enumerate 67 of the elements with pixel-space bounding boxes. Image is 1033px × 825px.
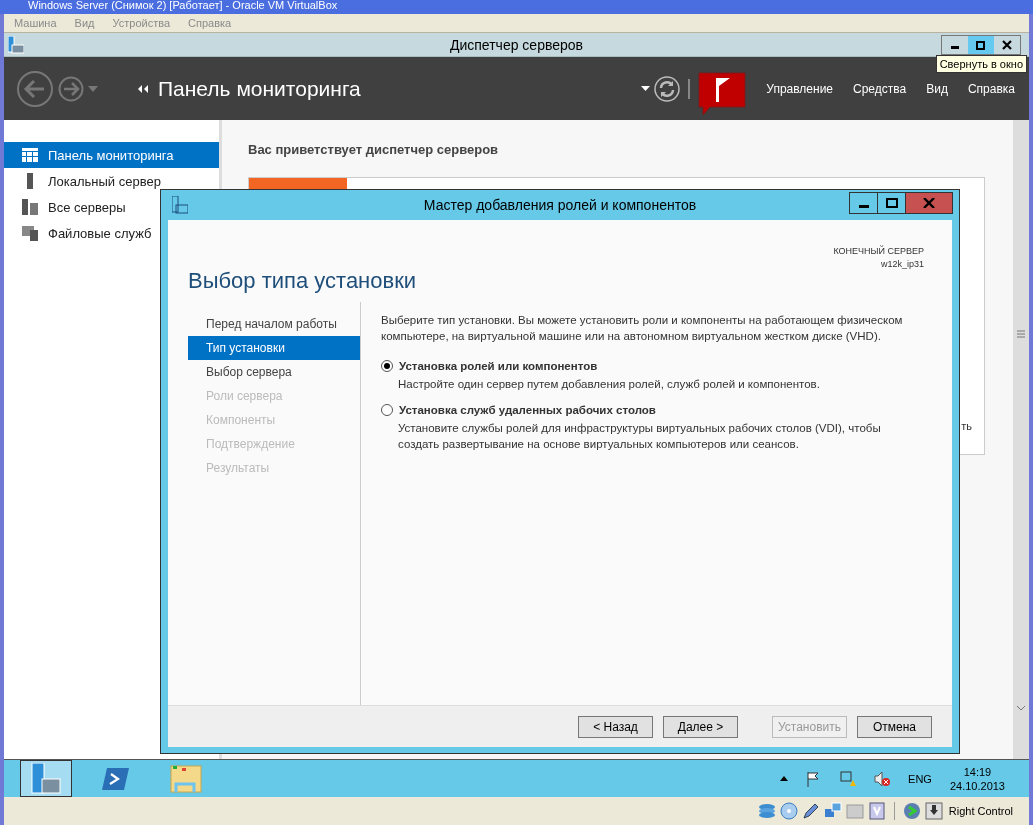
- dialog-title: Мастер добавления ролей и компонентов: [423, 197, 697, 213]
- menu-item[interactable]: Средства: [853, 81, 907, 96]
- close-icon: [1002, 39, 1012, 50]
- wizard-step[interactable]: Выбор сервера: [188, 360, 360, 384]
- caret-up-icon[interactable]: [780, 776, 789, 781]
- radio-button[interactable]: [381, 404, 393, 416]
- wizard-step[interactable]: Перед началом работы: [188, 312, 360, 336]
- scrollbar[interactable]: [1013, 120, 1029, 759]
- hard-disk-icon[interactable]: [757, 802, 776, 820]
- taskbar-button[interactable]: [20, 760, 72, 797]
- welcome-heading: Вас приветствует диспетчер серверов: [248, 142, 500, 157]
- down-arrow-key-icon[interactable]: [924, 802, 943, 820]
- target-server-name: w12k_ip31: [880, 259, 924, 269]
- sidebar-item[interactable]: Локальный сервер: [4, 168, 219, 194]
- host-key-label: Right Control: [948, 805, 1013, 817]
- network-warning-icon[interactable]: [840, 770, 857, 787]
- option-description: Установите службы ролей для инфраструктуры виртуальных рабочих столов (VDI), чтобы создать развертывание на основе виртуальных компьютеров или сеансов.: [398, 421, 882, 452]
- menu-item[interactable]: Вид: [926, 81, 948, 96]
- network-icon[interactable]: [823, 802, 842, 820]
- server-toolbox-icon: [8, 35, 24, 54]
- option-description: Настройте один сервер путем добавления ролей, служб ролей и компонентов.: [398, 377, 821, 392]
- wizard-step[interactable]: Тип установки: [188, 336, 360, 360]
- dialog-button[interactable]: < Назад: [578, 715, 653, 738]
- menu-item[interactable]: Управление: [766, 81, 834, 96]
- page-title: Панель мониторинга: [158, 76, 361, 101]
- minimize-icon: [858, 204, 869, 208]
- server-toolbox-icon: [30, 762, 62, 795]
- instruction-text: Выберите тип установки. Вы можете установить роли и компоненты на работающем физическом компьютере, на виртуальной машине или на автономном виртуальном жестком диске (VHD).: [381, 313, 904, 344]
- speaker-muted-icon[interactable]: [874, 770, 891, 787]
- window-title: Диспетчер серверов: [450, 36, 583, 53]
- dialog-button[interactable]: Далее >: [663, 715, 738, 738]
- page-heading: Выбор типа установки: [188, 268, 417, 295]
- scroll-grip-icon: [1017, 330, 1025, 338]
- grid-icon: [22, 148, 38, 162]
- usb-icon[interactable]: [867, 802, 886, 820]
- restore-button[interactable]: [968, 35, 994, 54]
- sidebar-item[interactable]: Все серверы: [4, 194, 219, 220]
- notification-flag-icon[interactable]: [698, 71, 747, 116]
- clock-date[interactable]: 24.10.2013: [949, 779, 1005, 792]
- refresh-icon[interactable]: [654, 75, 681, 102]
- servers-icon: [22, 199, 38, 215]
- sidebar-item[interactable]: Файловые служб: [4, 220, 219, 246]
- language-indicator[interactable]: ENG: [908, 772, 932, 785]
- window-title: Windows Server (Снимок 2) [Работает] - Oracle VM VirtualBox: [0, 0, 1033, 14]
- scroll-down-icon[interactable]: [1016, 705, 1026, 711]
- server-toolbox-icon: [172, 196, 188, 214]
- tooltip: Свернуть в окно: [935, 55, 1027, 73]
- disc-icon[interactable]: [779, 802, 798, 820]
- dropdown-caret-icon[interactable]: [641, 86, 651, 91]
- option-label[interactable]: Установка ролей или компонентов: [399, 360, 598, 372]
- terminal-prompt-icon: [102, 766, 130, 791]
- sidebar-item[interactable]: Панель мониторинга: [4, 142, 219, 168]
- target-server-label: КОНЕЧНЫЙ СЕРВЕР: [833, 246, 924, 256]
- option-label[interactable]: Установка служб удаленных рабочих столов: [399, 404, 656, 416]
- close-icon: [923, 198, 935, 208]
- menu-item[interactable]: Справка: [967, 81, 1015, 96]
- maximize-icon: [885, 198, 898, 208]
- file-server-icon: [22, 225, 38, 241]
- double-caret-icon: [138, 84, 148, 93]
- folder-icon: [170, 763, 202, 794]
- radio-button[interactable]: [381, 360, 393, 372]
- clock-time[interactable]: 14:19: [963, 765, 992, 778]
- dialog-button[interactable]: Отмена: [857, 715, 932, 738]
- pen-icon[interactable]: [801, 802, 820, 820]
- text-fragment: ть: [961, 420, 972, 432]
- restore-icon: [976, 39, 986, 50]
- minimize-icon: [951, 46, 959, 49]
